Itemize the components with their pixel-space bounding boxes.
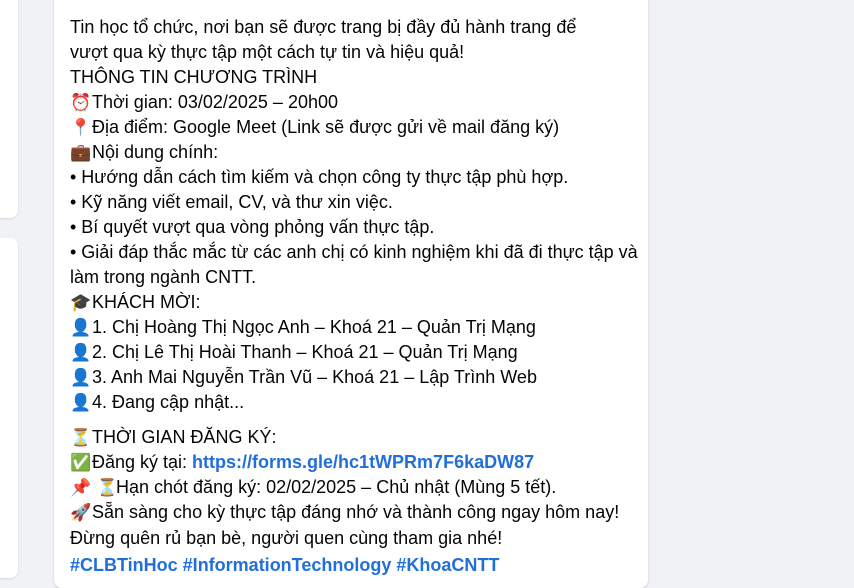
hourglass-icon: ⏳ bbox=[70, 428, 92, 448]
program-heading: THÔNG TIN CHƯƠNG TRÌNH bbox=[70, 67, 318, 87]
post-line-partial bbox=[70, 0, 640, 15]
guests-heading: 🎓KHÁCH MỜI: bbox=[70, 290, 640, 315]
person-icon: 👤 bbox=[70, 393, 92, 413]
registration-heading: ⏳THỜI GIAN ĐĂNG KÝ: bbox=[70, 425, 640, 450]
time-line: ⏰Thời gian: 03/02/2025 – 20h00 bbox=[70, 90, 640, 115]
guest-item: 👤2. Chị Lê Thị Hoài Thanh – Khoá 21 – Qu… bbox=[70, 340, 640, 365]
bullet-item: • Hướng dẫn cách tìm kiếm và chọn công t… bbox=[70, 167, 569, 187]
person-icon: 👤 bbox=[70, 368, 92, 388]
guest-item: 👤1. Chị Hoàng Thị Ngọc Anh – Khoá 21 – Q… bbox=[70, 315, 640, 340]
deadline-line: 📌 ⏳Hạn chót đăng ký: 02/02/2025 – Chủ nh… bbox=[70, 475, 640, 500]
location-line: 📍Địa điểm: Google Meet (Link sẽ được gửi… bbox=[70, 115, 640, 140]
registration-link[interactable]: https://forms.gle/hc1tWPRm7F6kaDW87 bbox=[192, 452, 534, 472]
closing-line: 🚀Sẵn sàng cho kỳ thực tập đáng nhớ và th… bbox=[70, 502, 620, 548]
hashtags[interactable]: #CLBTinHoc #InformationTechnology #KhoaC… bbox=[70, 553, 640, 578]
guest-item: 👤3. Anh Mai Nguyễn Trần Vũ – Khoá 21 – L… bbox=[70, 365, 640, 390]
intro-line: vượt qua kỳ thực tập một cách tự tin và … bbox=[70, 42, 465, 62]
sidebar-card-bottom bbox=[0, 238, 18, 578]
bullet-item: • Kỹ năng viết email, CV, và thư xin việ… bbox=[70, 192, 393, 212]
bullet-item: • Bí quyết vượt qua vòng phỏng vấn thực … bbox=[70, 217, 435, 237]
sidebar-card-top bbox=[0, 0, 18, 218]
person-icon: 👤 bbox=[70, 343, 92, 363]
intro-line: Tin học tổ chức, nơi bạn sẽ được trang b… bbox=[70, 17, 577, 37]
briefcase-icon: 💼 bbox=[70, 143, 92, 163]
guest-item: 👤4. Đang cập nhật... bbox=[70, 390, 640, 415]
graduation-cap-icon: 🎓 bbox=[70, 293, 92, 313]
content-line: 💼Nội dung chính: bbox=[70, 140, 640, 165]
post-text: Tin học tổ chức, nơi bạn sẽ được trang b… bbox=[70, 0, 640, 578]
person-icon: 👤 bbox=[70, 318, 92, 338]
check-mark-icon: ✅ bbox=[70, 453, 92, 473]
rocket-icon: 🚀 bbox=[70, 503, 92, 523]
pushpin-hourglass-icon: 📌 ⏳ bbox=[70, 478, 118, 498]
alarm-clock-icon: ⏰ bbox=[70, 93, 92, 113]
pin-icon: 📍 bbox=[70, 118, 92, 138]
bullet-item: • Giải đáp thắc mắc từ các anh chị có ki… bbox=[70, 242, 638, 287]
register-line: ✅Đăng ký tại: https://forms.gle/hc1tWPRm… bbox=[70, 450, 640, 475]
